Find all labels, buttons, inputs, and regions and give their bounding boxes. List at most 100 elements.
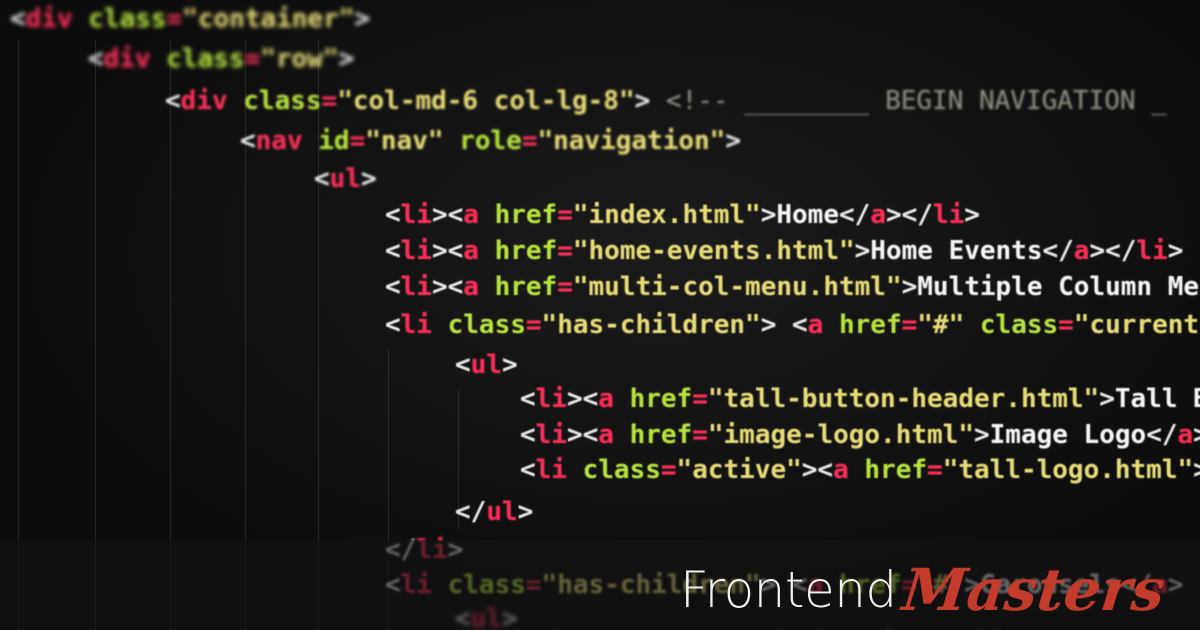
code-token: li [1136, 236, 1168, 266]
code-token: </ [1146, 420, 1178, 450]
code-token: >< [431, 272, 464, 302]
code-token: = [557, 200, 573, 230]
code-line: <li><a href="tall-button-header.html">Ta… [520, 384, 1200, 414]
code-token: a [463, 272, 479, 302]
code-token: ul [470, 350, 502, 380]
code-token: > [1167, 236, 1184, 266]
code-token: href [478, 200, 558, 230]
code-token: a [463, 200, 479, 230]
code-token: "multi-col-menu.html" [572, 272, 902, 302]
code-token: "tall-button-header.html" [707, 384, 1100, 414]
code-token: = [244, 44, 261, 74]
code-token: < [520, 420, 536, 450]
code-token: > [1193, 455, 1200, 485]
code-token: div [180, 86, 228, 116]
code-token: class [431, 310, 526, 340]
code-token: class [72, 4, 167, 34]
code-line: </ul> [455, 497, 533, 527]
code-token: nav [255, 126, 303, 156]
code-token: ></ [1089, 236, 1137, 266]
code-token: < [165, 86, 181, 116]
code-token: > [901, 272, 918, 302]
code-token: "container" [182, 4, 355, 34]
code-token: id [302, 126, 350, 156]
code-token: < [455, 350, 471, 380]
code-token: class [227, 86, 322, 116]
code-token: ></ [1193, 420, 1200, 450]
code-token: href [613, 384, 693, 414]
code-token: > [964, 200, 980, 230]
code-line: <li><a href="index.html">Home</a></li> [385, 200, 980, 230]
code-token: > [760, 200, 777, 230]
code-token: href [823, 310, 902, 340]
code-token: a [1177, 420, 1194, 450]
code-token: >< [566, 384, 599, 414]
code-line: <nav id="nav" role="navigation"> [240, 126, 741, 156]
code-token: role [443, 126, 522, 156]
code-token: >< [431, 200, 464, 230]
code-token: > [760, 310, 777, 340]
code-token: li [400, 310, 432, 340]
code-token: Image Logo [989, 420, 1147, 450]
code-token: <!-- ________ BEGIN NAVIGATION _ [650, 86, 1167, 116]
code-token: class [566, 455, 661, 485]
code-line: <li><a href="image-logo.html">Image Logo… [520, 420, 1200, 450]
code-token: = [692, 384, 708, 414]
code-token: class [964, 310, 1059, 340]
code-token: > [501, 350, 518, 380]
code-token: li [400, 272, 432, 302]
code-token: "navigation" [537, 126, 726, 156]
code-token: Tall Butt [1114, 384, 1200, 414]
code-token: < [776, 310, 808, 340]
code-line: <li class="has-children"> <a href="#" cl… [385, 310, 1200, 340]
code-token: div [103, 44, 151, 74]
code-token: "tall-logo.html" [942, 455, 1194, 485]
code-line: <ul> [314, 164, 377, 194]
code-line: <li><a href="multi-col-menu.html">Multip… [385, 272, 1200, 302]
code-token: "image-logo.html" [707, 420, 974, 450]
code-token: Home [776, 200, 839, 230]
code-token: class [150, 44, 245, 74]
code-token: Home Events [870, 236, 1043, 266]
code-token: "has-children" [541, 310, 761, 340]
code-token: "#" [917, 310, 965, 340]
code-token: < [314, 164, 330, 194]
code-token: = [901, 310, 918, 340]
code-token: < [520, 384, 536, 414]
code-token: ul [486, 497, 518, 527]
logo-masters-text: Masters [899, 556, 1168, 624]
code-token: </ [839, 200, 871, 230]
code-token: li [400, 200, 432, 230]
code-token: "nav" [365, 126, 444, 156]
code-token: < [385, 200, 401, 230]
code-token: = [557, 272, 573, 302]
code-token: < [385, 236, 401, 266]
code-token: href [478, 236, 558, 266]
frontend-masters-logo: Frontend Masters [680, 548, 1168, 624]
code-token: > [360, 164, 377, 194]
code-token: > [634, 86, 651, 116]
code-editor-photo: <div class="container"> <div class="row">… [0, 0, 1200, 630]
code-token: href [478, 272, 558, 302]
code-token: a [463, 236, 479, 266]
code-token: > [854, 236, 871, 266]
code-token: > [1099, 384, 1115, 414]
code-token: = [557, 236, 573, 266]
code-token: = [1058, 310, 1074, 340]
code-token: a [1073, 236, 1090, 266]
code-token: ul [329, 164, 361, 194]
code-token: = [692, 420, 708, 450]
code-token: li [535, 420, 567, 450]
code-line: <li class="active"><a href="tall-logo.ht… [520, 455, 1200, 485]
code-token: < [385, 272, 401, 302]
code-line: <div class="container"> [10, 4, 370, 34]
code-token: >< [566, 420, 599, 450]
code-line: <div class="row"> [88, 44, 354, 74]
code-line: <li><a href="home-events.html">Home Even… [385, 236, 1183, 266]
code-token: = [166, 4, 183, 34]
code-token: "col-md-6 col-lg-8" [337, 86, 635, 116]
code-token: href [848, 455, 928, 485]
code-token: li [535, 384, 567, 414]
code-token: "home-events.html" [572, 236, 855, 266]
code-token: "index.html" [572, 200, 761, 230]
